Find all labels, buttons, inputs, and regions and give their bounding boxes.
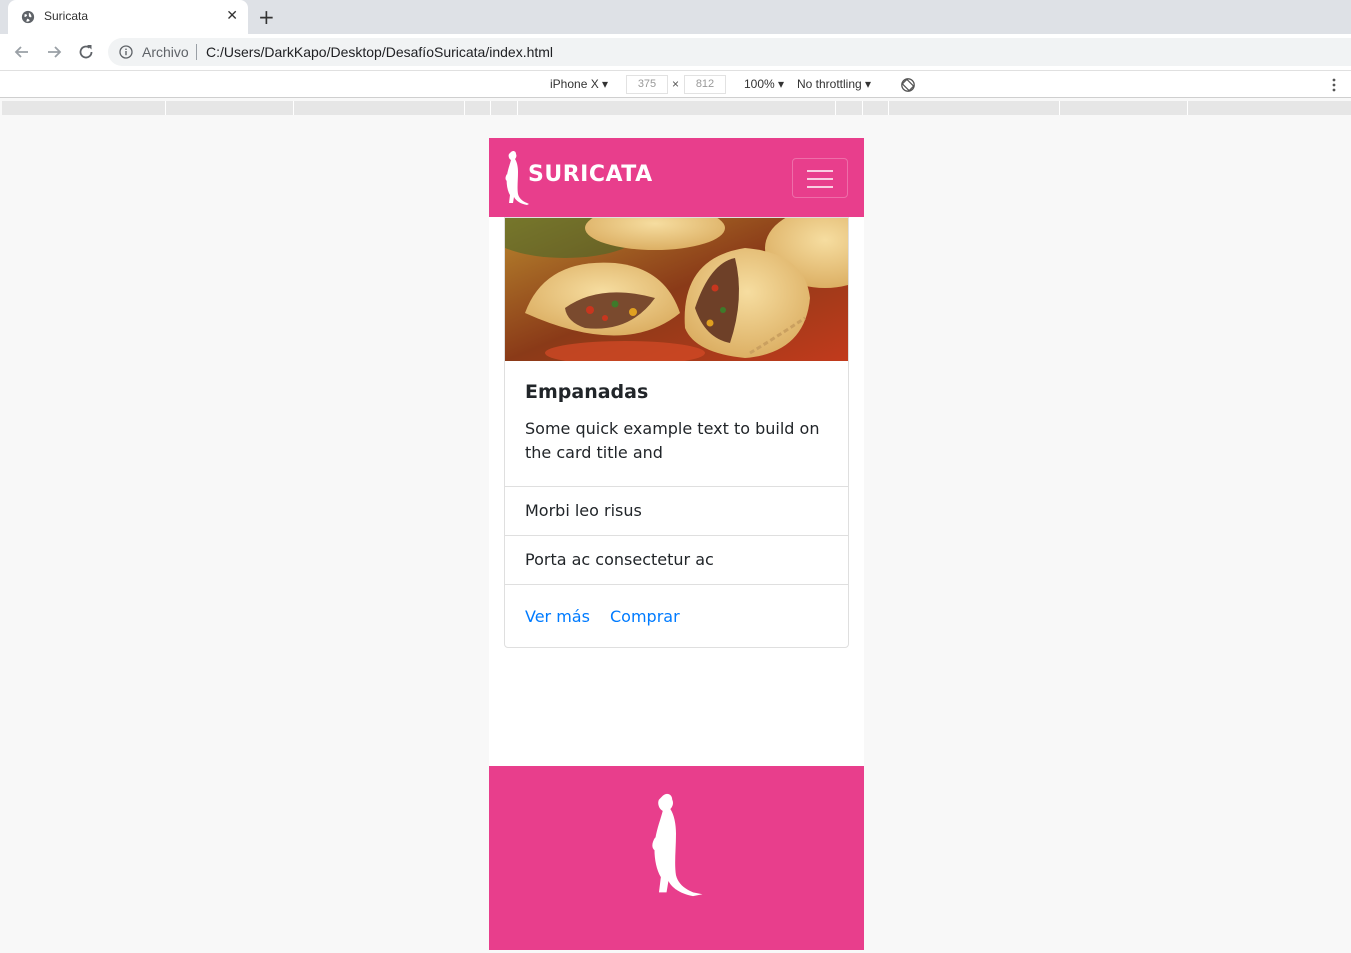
height-input[interactable]: 812: [684, 75, 726, 94]
rotate-icon[interactable]: [900, 77, 916, 93]
hamburger-icon: [807, 170, 833, 172]
new-tab-button[interactable]: +: [258, 6, 275, 28]
site-navbar: SURICATA: [489, 138, 864, 217]
media-query-marker: [490, 101, 491, 115]
omnibox-divider: [196, 44, 197, 60]
browser-tab[interactable]: Suricata ✕: [8, 0, 248, 34]
scheme-label: Archivo: [142, 44, 189, 60]
media-query-marker: [1187, 101, 1188, 115]
card-body: Empanadas Some quick example text to bui…: [505, 361, 848, 486]
empanadas-image: [505, 218, 848, 361]
media-query-marker: [165, 101, 166, 115]
dimension-separator: ×: [672, 77, 680, 91]
back-icon[interactable]: [12, 42, 32, 62]
list-item: Porta ac consectetur ac: [505, 535, 848, 584]
media-query-bar[interactable]: [2, 101, 1351, 115]
close-tab-icon[interactable]: ✕: [226, 9, 238, 23]
hamburger-menu-button[interactable]: [792, 158, 848, 198]
media-query-marker: [464, 101, 465, 115]
hamburger-icon: [807, 178, 833, 180]
card-text: Some quick example text to build on the …: [525, 419, 820, 462]
zoom-select[interactable]: 100% ▾: [744, 77, 784, 91]
device-select[interactable]: iPhone X ▾: [550, 77, 608, 91]
browser-toolbar: Archivo C:/Users/DarkKapo/Desktop/Desafí…: [0, 34, 1351, 70]
media-query-marker: [293, 101, 294, 115]
ver-mas-link[interactable]: Ver más: [525, 607, 590, 626]
media-query-marker: [1059, 101, 1060, 115]
globe-icon: [21, 10, 35, 24]
comprar-link[interactable]: Comprar: [610, 607, 680, 626]
address-bar[interactable]: Archivo C:/Users/DarkKapo/Desktop/Desafí…: [108, 38, 1351, 66]
site-footer: [489, 766, 864, 950]
media-query-marker: [888, 101, 889, 115]
url-text[interactable]: C:/Users/DarkKapo/Desktop/DesafíoSuricat…: [206, 44, 553, 60]
forward-icon[interactable]: [44, 42, 64, 62]
list-item-label: Morbi leo risus: [525, 501, 642, 520]
tab-strip: Suricata ✕ +: [0, 0, 1351, 34]
tab-title: Suricata: [44, 9, 89, 23]
list-item-label: Porta ac consectetur ac: [525, 550, 714, 569]
width-input[interactable]: 375: [626, 75, 668, 94]
device-toolbar: iPhone X ▾ 375 × 812 100% ▾ No throttlin…: [0, 70, 1351, 98]
info-icon[interactable]: [119, 45, 133, 59]
card-title: Empanadas: [525, 381, 649, 403]
list-item: Morbi leo risus: [505, 486, 848, 535]
hamburger-icon: [807, 186, 833, 188]
media-query-marker: [862, 101, 863, 115]
media-query-marker: [517, 101, 518, 115]
mobile-viewport: SURICATA Empanadas Some quick example te…: [489, 138, 864, 950]
throttling-select[interactable]: No throttling ▾: [797, 77, 871, 91]
card-footer: Ver más Comprar: [505, 584, 848, 647]
more-vert-icon[interactable]: [1329, 76, 1339, 94]
reload-icon[interactable]: [76, 42, 96, 62]
product-card: Empanadas Some quick example text to bui…: [504, 217, 849, 648]
media-query-marker: [835, 101, 836, 115]
meerkat-logo: [652, 793, 703, 897]
brand-name[interactable]: SURICATA: [528, 162, 653, 187]
